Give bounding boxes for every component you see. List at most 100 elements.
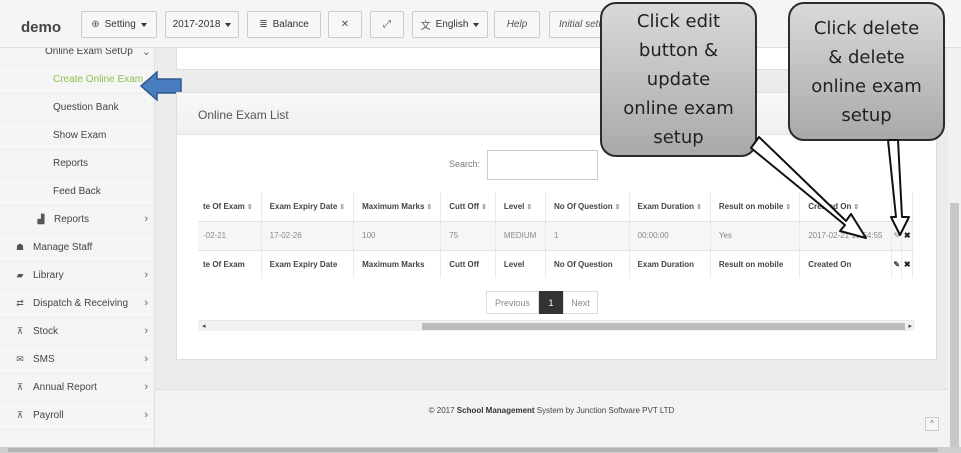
panel-title: Online Exam List: [198, 108, 289, 122]
table-row: -02-21 17-02-26 100 75 MEDIUM 1 00:00:00…: [198, 221, 913, 251]
database-icon: ≣: [259, 19, 268, 30]
scroll-left-icon[interactable]: ◂: [202, 322, 206, 330]
sort-icon: ⇕: [614, 203, 621, 211]
sidebar-item-reports-sub[interactable]: Reports: [0, 150, 154, 178]
window-bottom-scroll-thumb[interactable]: [8, 448, 938, 452]
sidebar-item-sms[interactable]: ✉ SMS ›: [0, 346, 154, 374]
sort-icon: ⇕: [426, 203, 433, 211]
edit-button[interactable]: ✎: [891, 221, 903, 251]
footer-col-cutt-off: Cutt Off: [440, 250, 496, 278]
sidebar: Online Exam SetUp ⌄ Create Online Exam Q…: [0, 48, 155, 453]
col-header-level[interactable]: Level ⇕: [495, 192, 546, 222]
pagination-previous[interactable]: Previous: [486, 291, 539, 314]
sidebar-item-online-exam-setup[interactable]: Online Exam SetUp ⌄: [0, 48, 154, 66]
chevron-right-icon: ›: [144, 409, 148, 421]
vertical-scrollbar[interactable]: [948, 48, 961, 453]
users-icon: ☗: [15, 242, 25, 252]
sort-icon: ⇕: [246, 203, 253, 211]
footer-col-exam-duration: Exam Duration: [629, 250, 711, 278]
cell-result-on-mobile: Yes: [710, 221, 801, 251]
sidebar-item-manage-staff[interactable]: ☗ Manage Staff: [0, 234, 154, 262]
delete-instruction-callout: Click delete & delete online exam setup: [788, 2, 945, 141]
cell-expiry-date: 17-02-26: [261, 221, 355, 251]
chevron-right-icon: ›: [144, 269, 148, 281]
edit-icon: ✎: [893, 231, 901, 240]
footer-delete-cell: ✖: [901, 250, 913, 278]
vertical-scroll-thumb[interactable]: [950, 203, 959, 451]
cell-no-of-question: 1: [545, 221, 630, 251]
footer-edit-cell: ✎: [891, 250, 903, 278]
edit-instruction-callout: Click edit button & update online exam s…: [600, 2, 757, 157]
setting-button[interactable]: ⊕ Setting: [81, 11, 157, 38]
language-dropdown[interactable]: 文 English: [412, 11, 488, 38]
sidebar-item-payroll[interactable]: ⊼ Payroll ›: [0, 402, 154, 430]
cart-icon: ⊼: [16, 382, 24, 392]
expand-icon: ✕: [340, 19, 350, 30]
translate-icon: 文: [420, 21, 431, 32]
col-header-delete: [901, 192, 913, 222]
cell-level: MEDIUM: [495, 221, 546, 251]
col-header-cutt-off[interactable]: Cutt Off ⇕: [440, 192, 496, 222]
chevron-right-icon: ›: [144, 325, 148, 337]
fullscreen-button[interactable]: ✕: [328, 11, 362, 38]
sort-icon: ⇕: [853, 203, 860, 211]
chevron-right-icon: ›: [144, 213, 148, 225]
sidebar-item-create-online-exam[interactable]: Create Online Exam: [0, 66, 154, 94]
sort-icon: ⇕: [339, 203, 346, 211]
close-icon: ✖: [903, 231, 911, 240]
sidebar-item-stock[interactable]: ⊼ Stock ›: [0, 318, 154, 346]
page-footer: © 2017 School Management System by Junct…: [155, 389, 948, 447]
area-chart-icon: ▟: [37, 214, 45, 224]
footer-col-created-on: Created On: [799, 250, 892, 278]
exchange-icon: ⇄: [16, 298, 24, 308]
help-button[interactable]: Help: [494, 11, 540, 38]
col-header-expiry-date[interactable]: Exam Expiry Date ⇕: [261, 192, 355, 222]
col-header-result-on-mobile[interactable]: Result on mobile ⇕: [710, 192, 801, 222]
pagination-next[interactable]: Next: [563, 291, 598, 314]
sidebar-item-dispatch-receiving[interactable]: ⇄ Dispatch & Receiving ›: [0, 290, 154, 318]
table-header-row: te Of Exam ⇕ Exam Expiry Date ⇕ Maximum Ma…: [198, 192, 913, 222]
balance-button[interactable]: ≣ Balance: [247, 11, 321, 38]
initial-setup-button[interactable]: Initial setu: [549, 11, 605, 38]
sidebar-item-library[interactable]: ▰ Library ›: [0, 262, 154, 290]
col-header-exam-duration[interactable]: Exam Duration ⇕: [629, 192, 711, 222]
search-input[interactable]: [487, 150, 598, 180]
col-header-created-on[interactable]: Created On ⇕: [799, 192, 892, 222]
footer-col-level: Level: [495, 250, 546, 278]
horizontal-scrollbar[interactable]: ◂ ▸: [198, 320, 915, 331]
cart-icon: ⊼: [16, 326, 24, 336]
chevron-down-icon: ⌄: [141, 48, 151, 58]
sort-icon: ⇕: [785, 203, 792, 211]
brand-logo[interactable]: demo: [21, 19, 61, 36]
sidebar-item-question-bank[interactable]: Question Bank: [0, 94, 154, 122]
col-header-max-marks[interactable]: Maximum Marks ⇕: [353, 192, 442, 222]
sidebar-item-reports[interactable]: ▟ Reports ›: [0, 206, 154, 234]
globe-icon: ⊕: [91, 19, 100, 30]
delete-button[interactable]: ✖: [901, 221, 913, 251]
sidebar-item-show-exam[interactable]: Show Exam: [0, 122, 154, 150]
pagination-page-1[interactable]: 1: [539, 291, 563, 314]
close-icon: ✖: [903, 260, 911, 269]
arrows-diagonal-icon: ⤢: [383, 19, 391, 30]
sidebar-item-feed-back[interactable]: Feed Back: [0, 178, 154, 206]
footer-col-max-marks: Maximum Marks: [353, 250, 442, 278]
edit-icon: ✎: [893, 201, 901, 211]
year-dropdown[interactable]: 2017-2018: [165, 11, 239, 38]
resize-button[interactable]: ⤢: [370, 11, 404, 38]
cell-cutt-off: 75: [440, 221, 496, 251]
scroll-right-icon[interactable]: ▸: [908, 322, 912, 330]
footer-copyright: © 2017 School Management System by Junct…: [428, 406, 675, 415]
chevron-right-icon: ›: [144, 353, 148, 365]
cell-exam-duration: 00:00:00: [629, 221, 711, 251]
footer-col-result-on-mobile: Result on mobile: [710, 250, 801, 278]
col-header-no-of-question[interactable]: No Of Question ⇕: [545, 192, 630, 222]
col-header-exam-date[interactable]: te Of Exam ⇕: [198, 192, 262, 222]
book-icon: ▰: [16, 270, 24, 280]
sort-icon: ⇕: [481, 203, 487, 211]
cart-icon: ⊼: [16, 410, 24, 420]
footer-col-no-of-question: No Of Question: [545, 250, 630, 278]
scroll-to-top-button[interactable]: ^: [925, 417, 939, 431]
sidebar-item-annual-report[interactable]: ⊼ Annual Report ›: [0, 374, 154, 402]
exam-table: te Of Exam ⇕ Exam Expiry Date ⇕ Maximum Ma…: [198, 192, 913, 278]
horizontal-scroll-thumb[interactable]: [422, 323, 905, 330]
